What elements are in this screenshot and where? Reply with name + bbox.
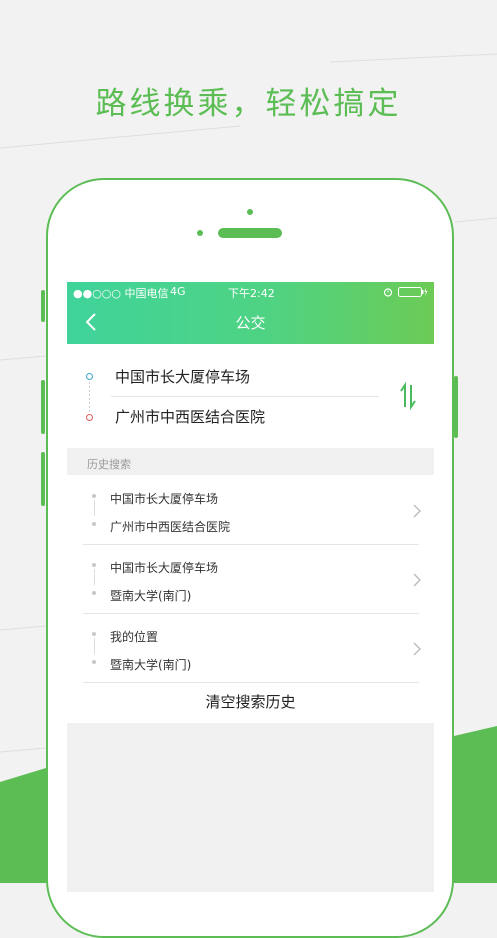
from-dot-icon — [92, 494, 96, 498]
history-from: 中国市长大厦停车场 — [110, 492, 219, 506]
history-from: 我的位置 — [110, 630, 159, 644]
route-input-card: 中国市长大厦停车场 广州市中西医结合医院 — [67, 344, 434, 448]
history-section-header: 历史搜索 — [67, 448, 434, 475]
to-dot-icon — [92, 522, 96, 526]
swap-icon[interactable] — [397, 382, 419, 410]
chevron-right-icon — [413, 642, 421, 656]
history-to: 暨南大学(南门) — [110, 658, 192, 672]
origin-field[interactable]: 中国市长大厦停车场 — [115, 366, 250, 387]
battery-icon — [398, 287, 428, 297]
top-bar: ●●○○○ 中国电信 4G 下午2:42 公交 — [67, 282, 434, 344]
headline: 路线换乘，轻松搞定 — [95, 86, 402, 122]
history-from: 中国市长大厦停车场 — [110, 561, 219, 575]
route-connector — [89, 382, 90, 412]
phone-speaker — [218, 228, 282, 238]
app-screen: ●●○○○ 中国电信 4G 下午2:42 公交 中国市长大厦停车场 广州市中西医… — [67, 282, 434, 892]
destination-field[interactable]: 广州市中西医结合医院 — [115, 406, 265, 427]
dot-connector — [93, 569, 95, 585]
history-item[interactable]: 我的位置 暨南大学(南门) — [67, 614, 434, 683]
phone-volume-down — [41, 452, 45, 506]
page-title: 公交 — [235, 314, 266, 332]
history-item[interactable]: 中国市长大厦停车场 暨南大学(南门) — [67, 545, 434, 614]
to-dot-icon — [92, 660, 96, 664]
history-list: 中国市长大厦停车场 广州市中西医结合医院 中国市长大厦停车场 暨南大学(南门) … — [67, 475, 434, 723]
dot-connector — [93, 638, 95, 654]
phone-power-button — [454, 376, 458, 438]
destination-marker-icon — [86, 414, 93, 421]
carrier-label: ●●○○○ 中国电信 — [73, 287, 169, 300]
network-label: 4G — [170, 285, 186, 298]
phone-sensor — [197, 230, 203, 236]
clear-history-button[interactable]: 清空搜索历史 — [67, 683, 434, 721]
history-item[interactable]: 中国市长大厦停车场 广州市中西医结合医院 — [67, 475, 434, 545]
clock: 下午2:42 — [228, 287, 275, 300]
chevron-right-icon — [413, 573, 421, 587]
from-dot-icon — [92, 632, 96, 636]
history-to: 暨南大学(南门) — [110, 589, 192, 603]
phone-mute-switch — [41, 290, 45, 322]
to-dot-icon — [92, 591, 96, 595]
chevron-right-icon — [413, 504, 421, 518]
origin-marker-icon — [86, 373, 93, 380]
from-dot-icon — [92, 563, 96, 567]
history-to: 广州市中西医结合医院 — [110, 520, 231, 534]
route-divider — [111, 396, 379, 397]
phone-volume-up — [41, 380, 45, 434]
dot-connector — [93, 500, 95, 516]
phone-camera — [247, 209, 253, 215]
history-label: 历史搜索 — [87, 458, 131, 471]
alarm-icon — [383, 288, 393, 297]
